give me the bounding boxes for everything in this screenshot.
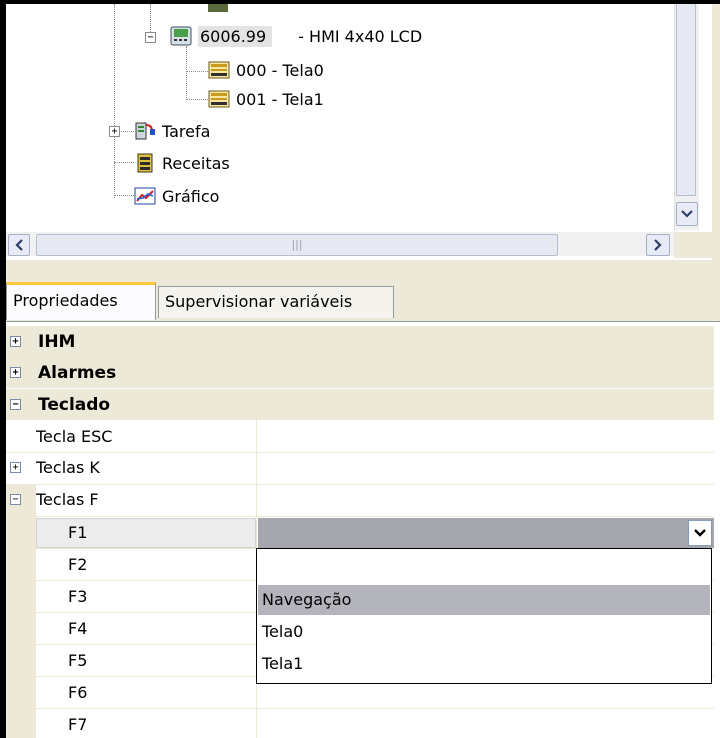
category-label: Teclado — [38, 394, 111, 415]
expand-icon[interactable]: + — [10, 336, 21, 347]
prop-teclas-f[interactable]: Teclas F — [36, 490, 99, 509]
screen-icon — [208, 60, 230, 80]
dropdown-option-empty[interactable] — [258, 551, 710, 581]
prop-f2[interactable]: F2 — [68, 555, 87, 574]
device-code: 6006.99 — [198, 25, 273, 47]
screen-icon — [208, 89, 230, 109]
tree-item-tela0[interactable]: 000 - Tela0 — [208, 57, 324, 83]
vertical-scroll-thumb[interactable] — [676, 4, 696, 196]
grid-indent-strip — [6, 484, 36, 738]
dropdown-option-navegacao[interactable]: Navegação — [258, 585, 710, 615]
tree-item-label: Tarefa — [162, 121, 211, 141]
scrollbar-corner — [674, 232, 714, 258]
dropdown-list: Navegação Tela0 Tela1 — [256, 548, 712, 684]
chart-icon — [134, 186, 156, 206]
device-description: - HMI 4x40 LCD — [298, 26, 423, 46]
dropdown-button[interactable] — [688, 520, 712, 546]
tree-item-grafico[interactable]: Gráfico — [134, 183, 219, 209]
category-teclado[interactable]: − Teclado — [6, 389, 714, 420]
tree-right-border — [712, 4, 720, 260]
category-alarmes[interactable]: + Alarmes — [6, 357, 714, 388]
collapse-icon[interactable]: − — [10, 494, 21, 505]
hmi-device-icon — [170, 26, 192, 46]
prop-teclas-k[interactable]: Teclas K — [36, 458, 100, 477]
horizontal-scroll-thumb[interactable]: ||| — [36, 234, 558, 256]
tree-item-label: Gráfico — [162, 186, 220, 206]
expand-toggle-tarefa[interactable]: + — [109, 126, 120, 137]
tree-item-label: Receitas — [162, 153, 230, 173]
category-ihm[interactable]: + IHM — [6, 326, 714, 357]
scroll-down-button[interactable] — [676, 202, 698, 226]
screen-label: 000 - Tela0 — [236, 60, 324, 80]
chevron-down-icon — [694, 529, 706, 537]
tree-partial-icon — [208, 4, 228, 12]
prop-f7[interactable]: F7 — [68, 715, 87, 734]
collapse-icon[interactable]: − — [10, 399, 21, 410]
tree-item-tarefa[interactable]: Tarefa — [134, 118, 210, 144]
collapse-toggle-device[interactable]: − — [145, 32, 156, 43]
tab-properties[interactable]: Propriedades — [6, 282, 156, 320]
chevron-down-icon — [681, 210, 693, 218]
prop-tecla-esc[interactable]: Tecla ESC — [36, 427, 112, 446]
task-icon — [134, 121, 156, 141]
prop-f6[interactable]: F6 — [68, 683, 87, 702]
tree-item-device[interactable]: 6006.99 - HMI 4x40 LCD — [170, 23, 422, 49]
prop-f4[interactable]: F4 — [68, 619, 87, 638]
category-label: Alarmes — [38, 362, 117, 383]
scroll-right-button[interactable] — [646, 234, 670, 256]
scroll-left-button[interactable] — [8, 234, 30, 256]
panel-splitter[interactable] — [6, 260, 720, 276]
dropdown-option-tela1[interactable]: Tela1 — [258, 649, 710, 679]
tree-item-tela1[interactable]: 001 - Tela1 — [208, 86, 324, 112]
prop-f5[interactable]: F5 — [68, 651, 87, 670]
prop-f1[interactable]: F1 — [68, 523, 87, 542]
expand-icon[interactable]: + — [10, 367, 21, 378]
screen-label: 001 - Tela1 — [236, 89, 324, 109]
chevron-right-icon — [654, 239, 662, 251]
tree-item-receitas[interactable]: Receitas — [134, 150, 230, 176]
window-frame-left — [0, 0, 6, 738]
expand-icon[interactable]: + — [10, 462, 21, 473]
prop-f1-value[interactable] — [258, 518, 714, 548]
recipes-icon — [134, 153, 156, 173]
category-label: IHM — [38, 331, 76, 352]
dropdown-option-tela0[interactable]: Tela0 — [258, 617, 710, 647]
tab-watch-variables[interactable]: Supervisionar variáveis — [158, 286, 394, 318]
prop-f3[interactable]: F3 — [68, 587, 87, 606]
chevron-left-icon — [15, 239, 23, 251]
